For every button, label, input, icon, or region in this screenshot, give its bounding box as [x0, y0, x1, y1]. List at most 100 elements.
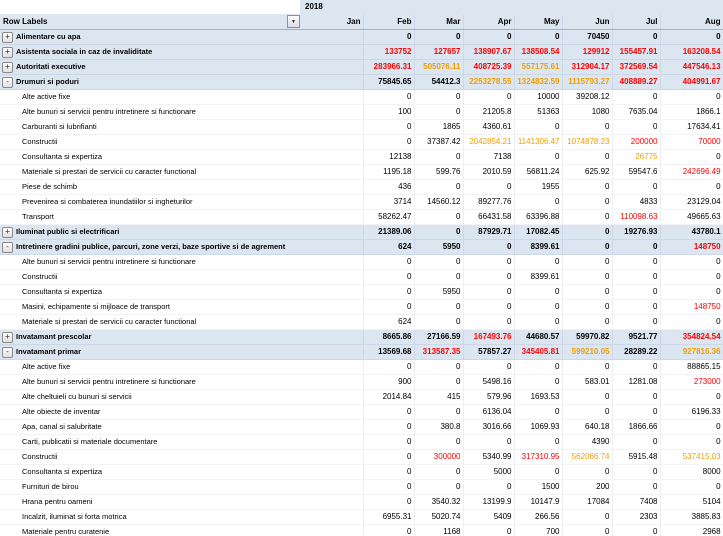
value-cell[interactable]	[300, 254, 364, 270]
value-cell[interactable]: 129912	[562, 44, 613, 60]
row-label-cell[interactable]: Materiale si prestari de servicii cu car…	[0, 164, 300, 180]
row-label-cell[interactable]: Consultanta si expertiza	[0, 284, 300, 300]
value-cell[interactable]: 283966.31	[363, 59, 415, 75]
value-cell[interactable]: 3885.83	[660, 509, 723, 525]
value-cell[interactable]: 0	[514, 464, 563, 480]
value-cell[interactable]	[300, 434, 364, 450]
value-cell[interactable]: 1500	[514, 479, 563, 495]
value-cell[interactable]: 436	[363, 179, 415, 195]
value-cell[interactable]: 0	[463, 359, 515, 375]
value-cell[interactable]: 0	[612, 269, 661, 285]
value-cell[interactable]: 0	[463, 299, 515, 315]
value-cell[interactable]: 17084	[562, 494, 613, 510]
value-cell[interactable]: 0	[612, 434, 661, 450]
value-cell[interactable]: 0	[414, 359, 464, 375]
value-cell[interactable]: 0	[414, 299, 464, 315]
value-cell[interactable]: 2042854.21	[463, 134, 515, 150]
value-cell[interactable]: 0	[660, 314, 723, 330]
value-cell[interactable]: 0	[414, 89, 464, 105]
value-cell[interactable]: 0	[660, 419, 723, 435]
value-cell[interactable]: 5498.16	[463, 374, 515, 390]
row-label-cell[interactable]: Constructii	[0, 449, 300, 465]
value-cell[interactable]	[300, 224, 364, 240]
value-cell[interactable]: 625.92	[562, 164, 613, 180]
value-cell[interactable]: 0	[562, 464, 613, 480]
value-cell[interactable]: 0	[414, 179, 464, 195]
row-label-cell[interactable]: Alte active fixe	[0, 359, 300, 375]
row-label-cell[interactable]: Alte cheltuieli cu bunuri si servicii	[0, 389, 300, 405]
value-cell[interactable]: 200000	[612, 134, 661, 150]
value-cell[interactable]: 89277.76	[463, 194, 515, 210]
row-label-cell[interactable]: - Drumuri si poduri	[0, 74, 300, 90]
value-cell[interactable]: 345405.81	[514, 344, 563, 360]
row-label-cell[interactable]: + Autoritati executive	[0, 59, 300, 75]
value-cell[interactable]	[300, 119, 364, 135]
value-cell[interactable]: 5340.99	[463, 449, 515, 465]
value-cell[interactable]: 4360.61	[463, 119, 515, 135]
value-cell[interactable]: 0	[463, 239, 515, 255]
value-cell[interactable]: 927816.36	[660, 344, 723, 360]
value-cell[interactable]: 59547.6	[612, 164, 661, 180]
row-label-cell[interactable]: Furnituri de birou	[0, 479, 300, 495]
value-cell[interactable]: 5000	[463, 464, 515, 480]
value-cell[interactable]: 0	[414, 434, 464, 450]
value-cell[interactable]	[300, 179, 364, 195]
value-cell[interactable]: 0	[463, 314, 515, 330]
value-cell[interactable]: 1866.66	[612, 419, 661, 435]
value-cell[interactable]: 0	[363, 89, 415, 105]
value-cell[interactable]: 0	[514, 314, 563, 330]
value-cell[interactable]: 27166.59	[414, 329, 464, 345]
value-cell[interactable]: 0	[612, 314, 661, 330]
value-cell[interactable]: 200	[562, 479, 613, 495]
value-cell[interactable]: 66431.58	[463, 209, 515, 225]
value-cell[interactable]: 0	[514, 149, 563, 165]
value-cell[interactable]: 0	[562, 224, 613, 240]
value-cell[interactable]: 0	[414, 374, 464, 390]
value-cell[interactable]: 21389.06	[363, 224, 415, 240]
value-cell[interactable]: 1141306.47	[514, 134, 563, 150]
value-cell[interactable]: 8000	[660, 464, 723, 480]
row-label-cell[interactable]: - Intretinere gradini publice, parcuri, z…	[0, 239, 300, 255]
value-cell[interactable]: 1866.1	[660, 104, 723, 120]
value-cell[interactable]: 0	[612, 524, 661, 536]
value-cell[interactable]: 0	[612, 89, 661, 105]
value-cell[interactable]: 70000	[660, 134, 723, 150]
value-cell[interactable]: 0	[660, 89, 723, 105]
value-cell[interactable]: 2010.59	[463, 164, 515, 180]
value-cell[interactable]: 0	[612, 299, 661, 315]
month-header-mar[interactable]: Mar	[414, 14, 464, 30]
value-cell[interactable]: 0	[562, 284, 613, 300]
value-cell[interactable]: 0	[414, 404, 464, 420]
month-header-jan[interactable]: Jan	[300, 14, 364, 30]
value-cell[interactable]: 5020.74	[414, 509, 464, 525]
value-cell[interactable]: 0	[514, 404, 563, 420]
value-cell[interactable]: 8665.86	[363, 329, 415, 345]
value-cell[interactable]: 0	[414, 479, 464, 495]
value-cell[interactable]: 0	[463, 29, 515, 45]
value-cell[interactable]: 138907.67	[463, 44, 515, 60]
value-cell[interactable]	[300, 479, 364, 495]
value-cell[interactable]: 7408	[612, 494, 661, 510]
row-label-cell[interactable]: Hrana pentru oameni	[0, 494, 300, 510]
value-cell[interactable]: 0	[562, 149, 613, 165]
value-cell[interactable]: 700	[514, 524, 563, 536]
value-cell[interactable]: 0	[414, 224, 464, 240]
value-cell[interactable]: 13199.9	[463, 494, 515, 510]
value-cell[interactable]: 8399.61	[514, 269, 563, 285]
value-cell[interactable]: 1069.93	[514, 419, 563, 435]
value-cell[interactable]: 380.8	[414, 419, 464, 435]
value-cell[interactable]	[300, 209, 364, 225]
value-cell[interactable]: 28289.22	[612, 344, 661, 360]
value-cell[interactable]: 6196.33	[660, 404, 723, 420]
value-cell[interactable]: 58262.47	[363, 209, 415, 225]
value-cell[interactable]: 0	[363, 449, 415, 465]
value-cell[interactable]: 0	[514, 359, 563, 375]
collapse-button[interactable]: -	[2, 241, 13, 253]
value-cell[interactable]: 0	[363, 359, 415, 375]
row-label-cell[interactable]: Piese de schimb	[0, 179, 300, 195]
value-cell[interactable]: 0	[363, 119, 415, 135]
value-cell[interactable]: 1080	[562, 104, 613, 120]
value-cell[interactable]: 0	[514, 434, 563, 450]
value-cell[interactable]: 317310.95	[514, 449, 563, 465]
value-cell[interactable]: 0	[463, 269, 515, 285]
